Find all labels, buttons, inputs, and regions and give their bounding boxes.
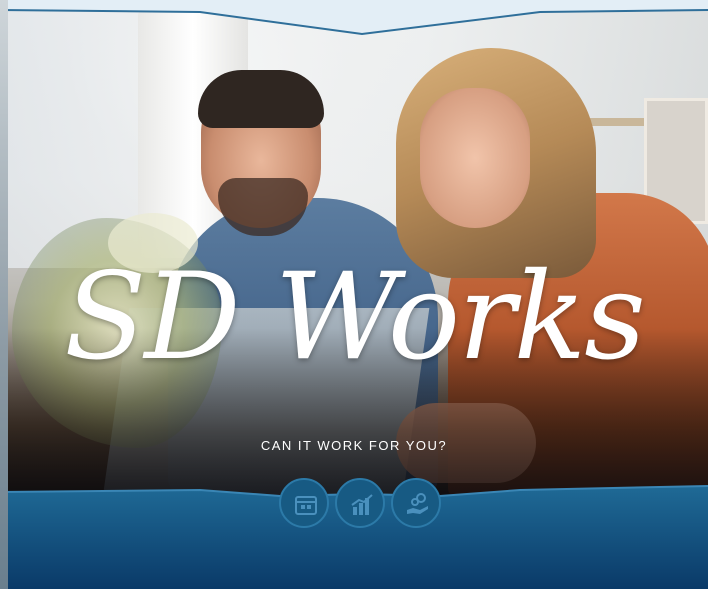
brochure-cover: SD Works CAN IT WORK FOR YOU?: [0, 0, 708, 589]
calendar-icon: [279, 478, 329, 528]
sd-works-wordmark: SD Works: [64, 248, 646, 387]
left-page-edge: [0, 0, 8, 589]
tagline: CAN IT WORK FOR YOU?: [260, 438, 448, 453]
woman-face: [420, 88, 530, 228]
top-banner: [0, 0, 708, 36]
bar-chart-icon: [335, 478, 385, 528]
man-hair: [198, 70, 324, 128]
feature-icons: [0, 478, 708, 538]
hand-coins-icon: [391, 478, 441, 528]
